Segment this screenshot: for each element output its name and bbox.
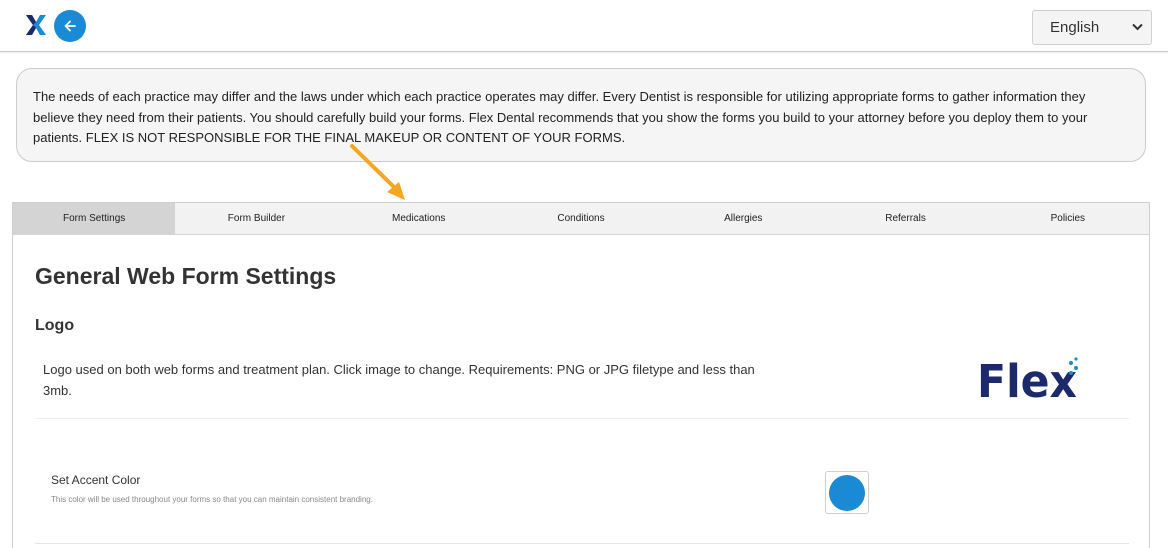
tab-bar: Form Settings Form Builder Medications C…: [13, 203, 1149, 235]
accent-color-hint: This color will be used throughout your …: [51, 495, 373, 504]
tab-policies[interactable]: Policies: [987, 203, 1149, 234]
tab-referrals[interactable]: Referrals: [824, 203, 986, 234]
practice-logo-image[interactable]: Flex: [975, 355, 1085, 403]
tab-form-builder[interactable]: Form Builder: [175, 203, 337, 234]
form-settings-panel: Form Settings Form Builder Medications C…: [12, 202, 1150, 548]
tab-medications[interactable]: Medications: [338, 203, 500, 234]
back-button[interactable]: [54, 10, 86, 42]
logo-description: Logo used on both web forms and treatmen…: [43, 362, 755, 398]
language-select-value: English: [1050, 19, 1100, 36]
tab-form-settings[interactable]: Form Settings: [13, 203, 176, 234]
logo-text: Flex: [977, 355, 1077, 403]
section-divider: [35, 543, 1129, 544]
disclaimer-notice: The needs of each practice may differ an…: [16, 68, 1146, 162]
flex-x-icon[interactable]: [24, 12, 48, 38]
tab-conditions[interactable]: Conditions: [500, 203, 662, 234]
accent-color-swatch: [829, 474, 865, 511]
language-select[interactable]: English: [1032, 10, 1152, 45]
arrow-left-icon: [64, 20, 76, 32]
accent-color-picker[interactable]: [825, 471, 869, 514]
disclaimer-text: The needs of each practice may differ an…: [33, 89, 1088, 145]
tab-allergies[interactable]: Allergies: [662, 203, 824, 234]
accent-color-label: Set Accent Color: [51, 473, 141, 487]
logo-heading: Logo: [35, 317, 75, 334]
chevron-down-icon: [1132, 23, 1143, 31]
top-bar: English: [0, 0, 1168, 52]
page-title: General Web Form Settings: [35, 263, 337, 289]
logo-row: Logo used on both web forms and treatmen…: [35, 343, 1129, 419]
